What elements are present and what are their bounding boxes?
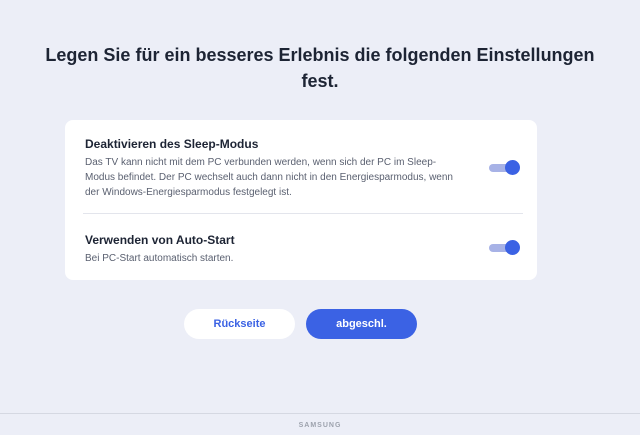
sleep-mode-toggle[interactable] <box>489 160 520 175</box>
auto-start-toggle[interactable] <box>489 240 520 255</box>
settings-card: Deaktivieren des Sleep-Modus Das TV kann… <box>65 120 537 280</box>
setting-title: Deaktivieren des Sleep-Modus <box>85 137 259 151</box>
page-title: Legen Sie für ein besseres Erlebnis die … <box>45 45 595 91</box>
setting-description: Bei PC-Start automatisch starten. <box>85 253 234 264</box>
back-button[interactable]: Rückseite <box>184 309 295 339</box>
done-button[interactable]: abgeschl. <box>306 309 417 339</box>
brand-logo: SAMSUNG <box>298 422 342 429</box>
divider <box>83 213 523 214</box>
setting-title: Verwenden von Auto-Start <box>85 233 235 247</box>
footer-divider <box>0 413 640 414</box>
setting-description: Das TV kann nicht mit dem PC verbunden w… <box>85 157 453 198</box>
toggle-knob <box>505 240 520 255</box>
setting-sleep-mode: Deaktivieren des Sleep-Modus Das TV kann… <box>85 136 525 200</box>
toggle-knob <box>505 160 520 175</box>
setting-auto-start: Verwenden von Auto-Start Bei PC-Start au… <box>85 232 525 266</box>
